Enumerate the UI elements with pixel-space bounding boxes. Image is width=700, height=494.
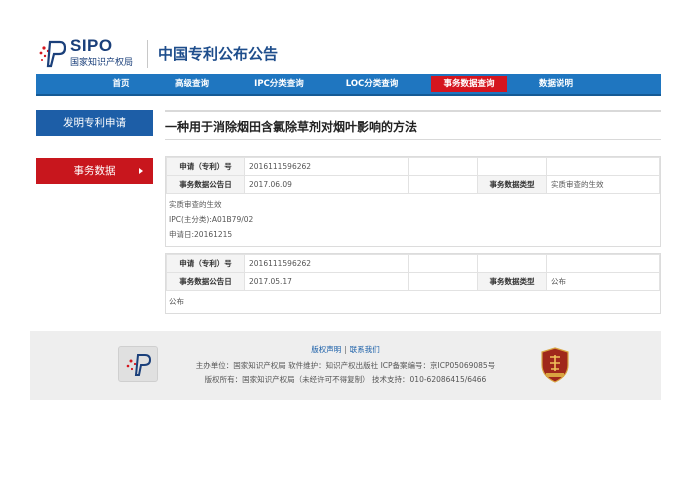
app-number-label: 申请（专利）号 <box>166 157 245 176</box>
sidebar-transaction-data-label: 事务数据 <box>73 165 116 177</box>
patent-title: 一种用于消除烟田含氯除草剂对烟叶影响的方法 <box>165 120 418 134</box>
record-table: 申请（专利）号 2016111596262 事务数据公告日 2017.05.17… <box>166 254 660 291</box>
transaction-type-value: 公布 <box>546 272 660 291</box>
link-separator: | <box>344 345 347 354</box>
record-details: 实质审查的生效 IPC(主分类):A01B79/02 申请日:20161215 <box>166 194 660 246</box>
contact-link[interactable]: 联系我们 <box>350 345 380 354</box>
copyright-link[interactable]: 版权声明 <box>311 345 341 354</box>
detail-line: IPC(主分类):A01B79/02 <box>169 215 254 224</box>
announce-date-value: 2017.05.17 <box>244 272 409 291</box>
nav-item-transaction-search[interactable]: 事务数据查询 <box>431 76 507 92</box>
app-number-value: 2016111596262 <box>244 254 409 273</box>
trust-badge-icon[interactable] <box>540 347 570 383</box>
table-row: 申请（专利）号 2016111596262 <box>166 157 660 176</box>
title-divider <box>165 139 661 140</box>
main-nav: 首页 高级查询 IPC分类查询 LOC分类查询 事务数据查询 数据说明 <box>36 74 661 96</box>
nav-item-data-notes[interactable]: 数据说明 <box>528 74 584 94</box>
sipo-logo-icon <box>39 40 66 68</box>
site-footer: 版权声明 | 联系我们 主办单位：国家知识产权局 软件维护：知识产权出版社 ICP备… <box>30 331 661 400</box>
site-header: SIPO 国家知识产权局 中国专利公布公告 <box>0 0 700 72</box>
table-row: 申请（专利）号 2016111596262 <box>166 254 660 273</box>
logo-text-en: SIPO <box>70 36 113 55</box>
chevron-right-icon <box>139 168 143 174</box>
detail-line: 公布 <box>169 297 184 306</box>
transaction-record: 申请（专利）号 2016111596262 事务数据公告日 2017.05.17… <box>165 253 661 314</box>
sidebar-transaction-data-button[interactable]: 事务数据 <box>36 158 153 184</box>
announce-date-value: 2017.06.09 <box>244 175 409 194</box>
nav-item-home[interactable]: 首页 <box>96 74 146 94</box>
record-table: 申请（专利）号 2016111596262 事务数据公告日 2017.06.09… <box>166 157 660 194</box>
table-row: 事务数据公告日 2017.06.09 事务数据类型 实质审查的生效 <box>166 175 660 194</box>
app-number-label: 申请（专利）号 <box>166 254 245 273</box>
record-details: 公布 <box>166 291 660 313</box>
header-divider <box>147 40 148 68</box>
transaction-record: 申请（专利）号 2016111596262 事务数据公告日 2017.06.09… <box>165 156 661 247</box>
transaction-type-label: 事务数据类型 <box>477 272 547 291</box>
site-title: 中国专利公布公告 <box>158 45 279 63</box>
nav-item-loc-search[interactable]: LOC分类查询 <box>334 74 410 94</box>
main-top-divider <box>165 110 661 112</box>
announce-date-label: 事务数据公告日 <box>166 272 245 291</box>
transaction-type-value: 实质审查的生效 <box>546 175 660 194</box>
app-number-value: 2016111596262 <box>244 157 409 176</box>
detail-line: 实质审查的生效 <box>169 200 222 209</box>
transaction-type-label: 事务数据类型 <box>477 175 547 194</box>
detail-line: 申请日:20161215 <box>169 230 233 239</box>
logo-text-cn: 国家知识产权局 <box>70 58 134 68</box>
sipo-logo[interactable]: SIPO 国家知识产权局 <box>36 36 148 70</box>
nav-item-advanced-search[interactable]: 高级查询 <box>164 74 220 94</box>
nav-item-ipc-search[interactable]: IPC分类查询 <box>242 74 316 94</box>
table-row: 事务数据公告日 2017.05.17 事务数据类型 公布 <box>166 272 660 291</box>
announce-date-label: 事务数据公告日 <box>166 175 245 194</box>
sidebar-invention-application-button[interactable]: 发明专利申请 <box>36 110 153 136</box>
